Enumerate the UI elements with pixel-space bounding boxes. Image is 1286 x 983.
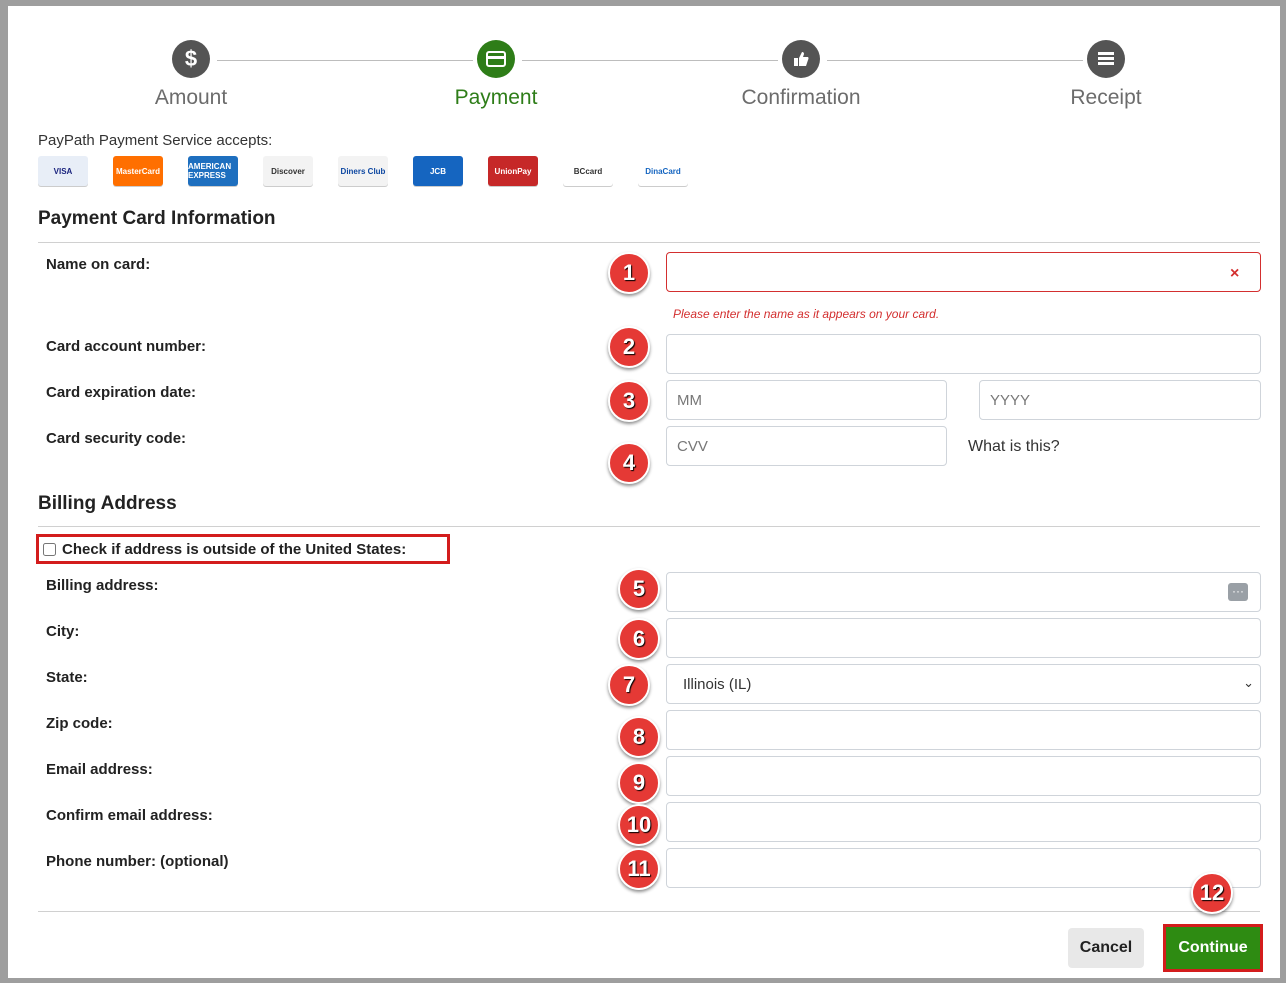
state-label: State: xyxy=(46,669,88,686)
step-label: Payment xyxy=(454,86,538,109)
state-selected-value: Illinois (IL) xyxy=(683,675,752,693)
phone-input[interactable] xyxy=(666,848,1261,888)
name-on-card-input[interactable] xyxy=(666,252,1261,292)
zip-input[interactable] xyxy=(666,710,1261,750)
state-select[interactable]: Illinois (IL) ⌄ xyxy=(666,664,1261,704)
confirm-email-label: Confirm email address: xyxy=(46,807,213,824)
card-number-label: Card account number: xyxy=(46,338,207,355)
credit-card-icon xyxy=(477,40,515,78)
card-logos: VISA MasterCard AMERICAN EXPRESS Discover Di… xyxy=(38,156,713,186)
billing-section-title: Billing Address xyxy=(38,493,177,514)
mastercard-logo: MasterCard xyxy=(113,156,163,186)
badge-3: 3 xyxy=(608,380,650,422)
name-on-card-label: Name on card: xyxy=(46,256,151,273)
step-payment: Payment xyxy=(396,40,596,110)
badge-10: 10 xyxy=(618,804,660,846)
dinacard-logo: DinaCard xyxy=(638,156,688,186)
step-receipt: Receipt xyxy=(1006,40,1206,110)
thumbs-up-icon xyxy=(782,40,820,78)
exp-year-input[interactable] xyxy=(979,380,1261,420)
badge-4: 4 xyxy=(608,442,650,484)
billing-address-label: Billing address: xyxy=(46,577,159,594)
accepts-text: PayPath Payment Service accepts: xyxy=(38,132,273,149)
unionpay-logo: UnionPay xyxy=(488,156,538,186)
outside-us-label: Check if address is outside of the Unite… xyxy=(62,540,407,558)
email-label: Email address: xyxy=(46,761,153,778)
badge-11: 11 xyxy=(618,848,660,890)
divider xyxy=(38,911,1260,912)
cvv-input[interactable] xyxy=(666,426,947,466)
payment-section-title: Payment Card Information xyxy=(38,208,276,229)
badge-8: 8 xyxy=(618,716,660,758)
step-label: Amount xyxy=(154,86,228,109)
expiration-label: Card expiration date: xyxy=(46,384,197,401)
phone-label: Phone number: (optional) xyxy=(46,853,229,870)
amex-logo: AMERICAN EXPRESS xyxy=(188,156,238,186)
step-amount: $ Amount xyxy=(91,40,291,110)
cancel-button[interactable]: Cancel xyxy=(1068,928,1144,968)
name-error-message: Please enter the name as it appears on y… xyxy=(673,307,940,321)
badge-12: 12 xyxy=(1191,872,1233,914)
confirm-email-input[interactable] xyxy=(666,802,1261,842)
badge-7: 7 xyxy=(608,664,650,706)
exp-month-input[interactable] xyxy=(666,380,947,420)
billing-address-input[interactable]: ··· xyxy=(666,572,1261,612)
badge-2: 2 xyxy=(608,326,650,368)
error-close-icon[interactable]: × xyxy=(1230,265,1239,283)
chevron-down-icon: ⌄ xyxy=(1243,675,1254,690)
outside-us-checkbox[interactable] xyxy=(43,542,56,556)
visa-logo: VISA xyxy=(38,156,88,186)
card-number-input[interactable] xyxy=(666,334,1261,374)
more-options-icon[interactable]: ··· xyxy=(1228,583,1248,601)
step-label: Confirmation xyxy=(741,86,861,109)
badge-9: 9 xyxy=(618,762,660,804)
step-label: Receipt xyxy=(1070,86,1142,109)
cvv-help-link[interactable]: What is this? xyxy=(968,438,1060,456)
list-icon xyxy=(1087,40,1125,78)
security-code-label: Card security code: xyxy=(46,430,187,447)
divider xyxy=(38,242,1260,243)
discover-logo: Discover xyxy=(263,156,313,186)
continue-button[interactable]: Continue xyxy=(1166,927,1260,969)
payment-page: $ Amount Payment Confirmation Receipt Pa… xyxy=(8,6,1280,978)
bccard-logo: BCcard xyxy=(563,156,613,186)
city-label: City: xyxy=(46,623,80,640)
email-input[interactable] xyxy=(666,756,1261,796)
city-input[interactable] xyxy=(666,618,1261,658)
jcb-logo: JCB xyxy=(413,156,463,186)
step-confirmation: Confirmation xyxy=(701,40,901,110)
zip-label: Zip code: xyxy=(46,715,113,732)
diners-club-logo: Diners Club xyxy=(338,156,388,186)
badge-5: 5 xyxy=(618,568,660,610)
divider xyxy=(38,526,1260,527)
dollar-icon: $ xyxy=(172,40,210,78)
badge-1: 1 xyxy=(608,252,650,294)
badge-6: 6 xyxy=(618,618,660,660)
outside-us-checkbox-row[interactable]: Check if address is outside of the Unite… xyxy=(36,534,450,564)
